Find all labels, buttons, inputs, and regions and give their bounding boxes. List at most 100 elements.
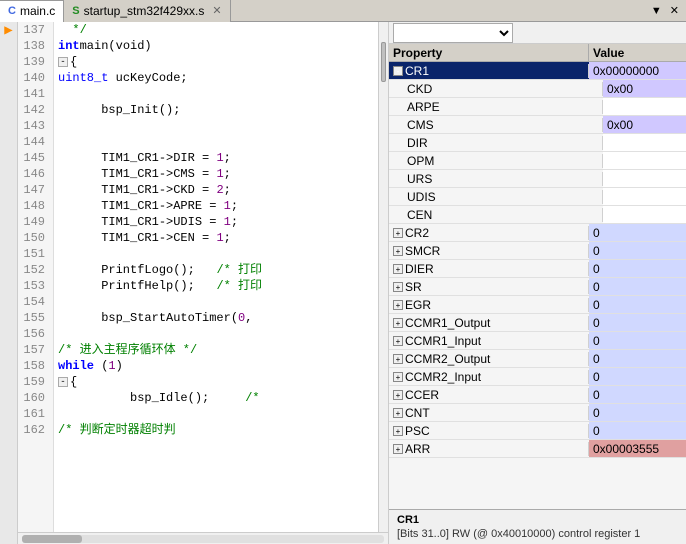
code-line-162: /* 判断定时器超时判 xyxy=(58,422,378,438)
expand-CR2[interactable]: + xyxy=(393,228,403,238)
prop-value-URS xyxy=(603,170,686,187)
code-vscrollbar[interactable] xyxy=(378,22,388,532)
expand-CCMR1-Input[interactable]: + xyxy=(393,336,403,346)
prop-row-UDIS[interactable]: UDIS xyxy=(389,188,686,206)
prop-name-CR1: - CR1 xyxy=(389,64,589,78)
prop-label-UDIS: UDIS xyxy=(407,190,436,204)
prop-row-CCMR1-Output[interactable]: + CCMR1_Output 0 xyxy=(389,314,686,332)
code-line-137: */ xyxy=(58,22,378,38)
code-hscrollbar[interactable] xyxy=(18,532,388,544)
prop-row-CR1[interactable]: - CR1 0x00000000 xyxy=(389,62,686,80)
code-line-142: bsp_Init(); xyxy=(58,102,378,118)
line-num-154: 154 xyxy=(18,294,49,310)
expand-ARR[interactable]: + xyxy=(393,444,403,454)
prop-row-SR[interactable]: + SR 0 xyxy=(389,278,686,296)
prop-row-CR2[interactable]: + CR2 0 xyxy=(389,224,686,242)
expand-CCMR1-Output[interactable]: + xyxy=(393,318,403,328)
hscroll-thumb[interactable] xyxy=(22,535,82,543)
prop-row-DIER[interactable]: + DIER 0 xyxy=(389,260,686,278)
line-num-139: 139 xyxy=(18,54,49,70)
line-num-138: 138 xyxy=(18,38,49,54)
prop-row-URS[interactable]: URS xyxy=(389,170,686,188)
fold-139[interactable]: - xyxy=(58,57,68,67)
prop-value-SR: 0 xyxy=(589,278,686,295)
expand-DIER[interactable]: + xyxy=(393,264,403,274)
prop-label-DIR: DIR xyxy=(407,136,428,150)
prop-row-CEN[interactable]: CEN xyxy=(389,206,686,224)
code-content[interactable]: */ int main(void) -{ uint8_t ucKeyCode; … xyxy=(54,22,378,532)
expand-PSC[interactable]: + xyxy=(393,426,403,436)
code-line-148: TIM1_CR1->APRE = 1; xyxy=(58,198,378,214)
hscroll-track[interactable] xyxy=(22,535,384,543)
line-num-143: 143 xyxy=(18,118,49,134)
prop-row-CCMR2-Input[interactable]: + CCMR2_Input 0 xyxy=(389,368,686,386)
prop-row-DIR[interactable]: DIR xyxy=(389,134,686,152)
prop-name-CCMR2-Output: + CCMR2_Output xyxy=(389,352,589,366)
prop-rows: - CR1 0x00000000 CKD 0x00 ARPE xyxy=(389,62,686,509)
status-register-desc: [Bits 31..0] RW (@ 0x40010000) control r… xyxy=(397,528,678,540)
expand-SR[interactable]: + xyxy=(393,282,403,292)
prop-value-CCMR1-Input: 0 xyxy=(589,332,686,349)
line-num-148: 148 xyxy=(18,198,49,214)
line-num-157: 157 xyxy=(18,342,49,358)
code-line-151 xyxy=(58,246,378,262)
line-num-156: 156 xyxy=(18,326,49,342)
code-line-156 xyxy=(58,326,378,342)
prop-row-CCMR1-Input[interactable]: + CCMR1_Input 0 xyxy=(389,332,686,350)
line-num-141: 141 xyxy=(18,86,49,102)
expand-CCMR2-Output[interactable]: + xyxy=(393,354,403,364)
arrow-icon: ▶ xyxy=(4,22,12,39)
code-line-157: /* 进入主程序循环体 */ xyxy=(58,342,378,358)
expand-EGR[interactable]: + xyxy=(393,300,403,310)
prop-label-ARPE: ARPE xyxy=(407,100,440,114)
property-table: Property Value - CR1 0x00000000 CKD xyxy=(389,44,686,509)
tab-close-all-btn[interactable]: ✕ xyxy=(667,3,682,18)
prop-label-ARR: ARR xyxy=(405,442,430,456)
main-content: ▶ 137 138 139 140 141 142 143 144 145 14… xyxy=(0,22,686,544)
tab-close-icon[interactable]: ✕ xyxy=(212,4,221,17)
prop-row-PSC[interactable]: + PSC 0 xyxy=(389,422,686,440)
left-gutter: ▶ xyxy=(0,22,18,544)
prop-value-ARPE xyxy=(603,98,686,115)
prop-row-CCMR2-Output[interactable]: + CCMR2_Output 0 xyxy=(389,350,686,368)
expand-CCMR2-Input[interactable]: + xyxy=(393,372,403,382)
line-num-153: 153 xyxy=(18,278,49,294)
prop-row-ARR[interactable]: + ARR 0x00003555 xyxy=(389,440,686,458)
expand-CCER[interactable]: + xyxy=(393,390,403,400)
prop-value-CR1: 0x00000000 xyxy=(589,62,686,79)
code-line-153: PrintfHelp(); /* 打印 xyxy=(58,278,378,294)
prop-row-CNT[interactable]: + CNT 0 xyxy=(389,404,686,422)
prop-value-CNT: 0 xyxy=(589,404,686,421)
code-line-147: TIM1_CR1->CKD = 2; xyxy=(58,182,378,198)
prop-row-EGR[interactable]: + EGR 0 xyxy=(389,296,686,314)
prop-row-CCER[interactable]: + CCER 0 xyxy=(389,386,686,404)
tab-startup[interactable]: S startup_stm32f429xx.s ✕ xyxy=(64,0,230,22)
expand-CNT[interactable]: + xyxy=(393,408,403,418)
prop-label-CCMR2-Output: CCMR2_Output xyxy=(405,352,490,366)
prop-name-CCMR1-Input: + CCMR1_Input xyxy=(389,334,589,348)
prop-row-OPM[interactable]: OPM xyxy=(389,152,686,170)
expand-CR1[interactable]: - xyxy=(393,66,403,76)
code-line-140: uint8_t ucKeyCode; xyxy=(58,70,378,86)
prop-row-ARPE[interactable]: ARPE xyxy=(389,98,686,116)
prop-name-DIER: + DIER xyxy=(389,262,589,276)
expand-SMCR[interactable]: + xyxy=(393,246,403,256)
fold-159[interactable]: - xyxy=(58,377,68,387)
code-line-161 xyxy=(58,406,378,422)
prop-row-SMCR[interactable]: + SMCR 0 xyxy=(389,242,686,260)
line-num-146: 146 xyxy=(18,166,49,182)
prop-label-CCER: CCER xyxy=(405,388,439,402)
prop-label-SR: SR xyxy=(405,280,422,294)
prop-row-CKD[interactable]: CKD 0x00 xyxy=(389,80,686,98)
tab-main-c[interactable]: C main.c xyxy=(0,0,64,22)
scrollbar-thumb[interactable] xyxy=(381,42,386,82)
prop-row-CMS[interactable]: CMS 0x00 xyxy=(389,116,686,134)
header-property: Property xyxy=(389,44,589,61)
prop-label-CKD: CKD xyxy=(407,82,432,96)
register-dropdown[interactable] xyxy=(393,23,513,43)
prop-label-URS: URS xyxy=(407,172,432,186)
tab-dropdown-btn[interactable]: ▼ xyxy=(648,3,665,18)
prop-label-PSC: PSC xyxy=(405,424,430,438)
prop-name-SR: + SR xyxy=(389,280,589,294)
prop-name-OPM: OPM xyxy=(403,154,603,168)
